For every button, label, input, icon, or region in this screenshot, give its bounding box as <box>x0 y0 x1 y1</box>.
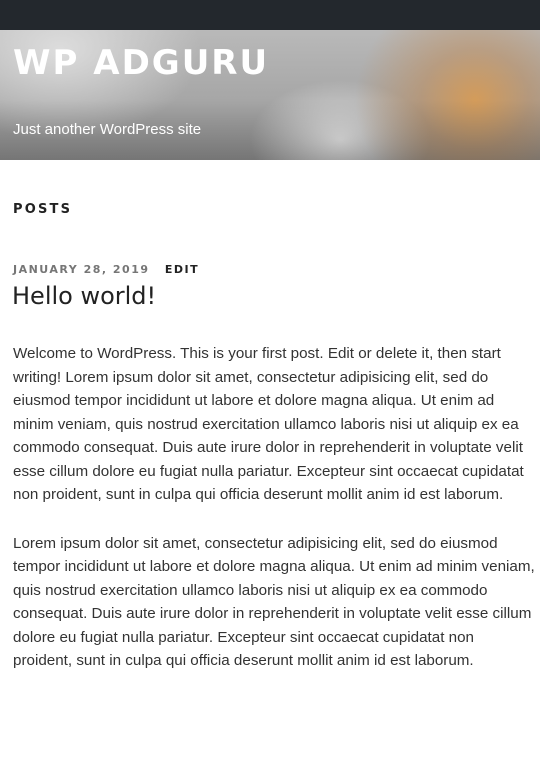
post-title-link[interactable]: Hello world! <box>12 282 156 310</box>
site-description: Just another WordPress site <box>13 121 202 138</box>
admin-bar <box>0 0 540 30</box>
post-meta: JANUARY 28, 2019 EDIT <box>13 263 199 276</box>
edit-post-link[interactable]: EDIT <box>165 263 199 276</box>
post-content: Welcome to WordPress. This is your first… <box>13 342 535 698</box>
site-title-link[interactable]: WP ADGURU <box>13 44 269 82</box>
post-paragraph-2: Lorem ipsum dolor sit amet, consectetur … <box>13 534 535 670</box>
site-header: WP ADGURU Just another WordPress site <box>0 30 540 160</box>
post-date-link[interactable]: JANUARY 28, 2019 <box>13 263 150 276</box>
posts-heading: POSTS <box>13 202 73 217</box>
post-paragraph-1: Welcome to WordPress. This is your first… <box>13 345 524 503</box>
